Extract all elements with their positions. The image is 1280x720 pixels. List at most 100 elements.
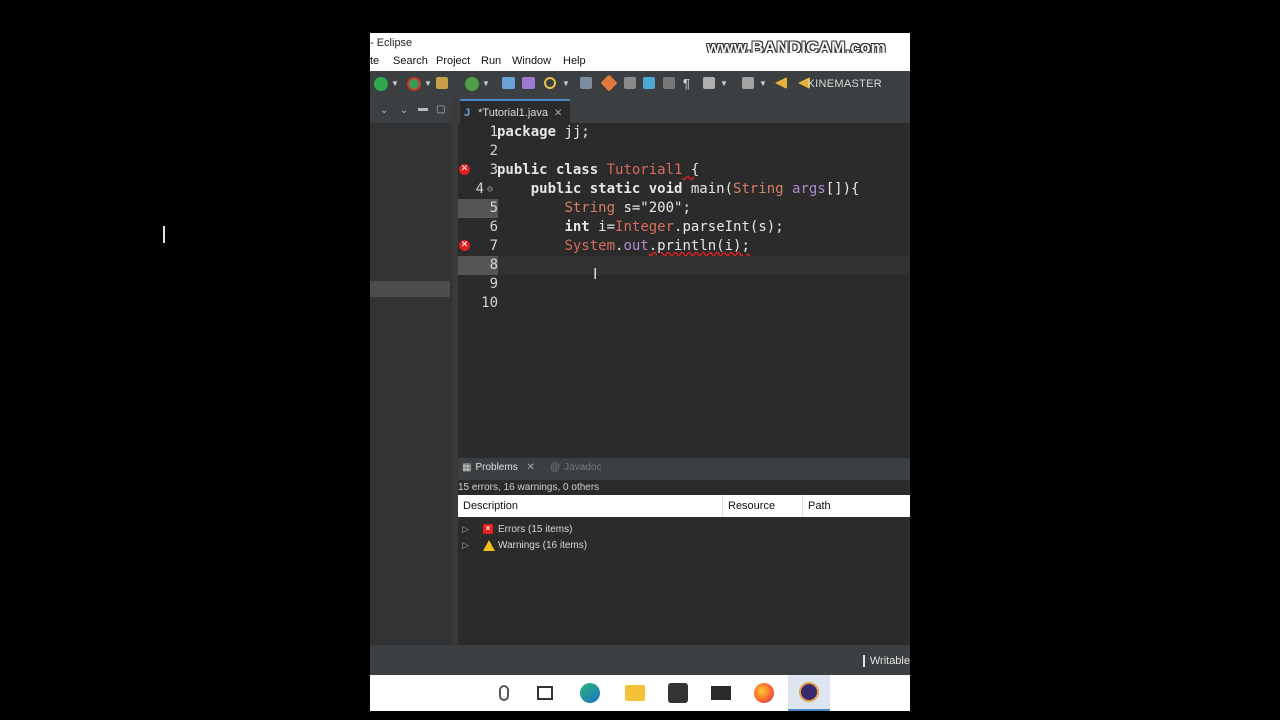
code-line: 5 String s="200";	[458, 199, 910, 218]
menu-item-run[interactable]: Run	[481, 55, 501, 67]
show-whitespace-icon[interactable]: ¶	[683, 76, 690, 91]
code-token: {	[682, 162, 700, 178]
microphone-icon[interactable]	[499, 685, 509, 701]
run-icon[interactable]	[374, 77, 388, 91]
javadoc-icon: @	[550, 462, 561, 473]
open-type-icon[interactable]	[502, 77, 515, 89]
fold-collapse-icon[interactable]: ⊖	[487, 180, 493, 199]
menu-item-help[interactable]: Help	[563, 55, 586, 67]
code-token: jj;	[556, 124, 590, 140]
code-line: 1 package jj;	[458, 123, 910, 142]
problems-table: Description Resource Path ▷ ✕ Errors (15…	[458, 495, 910, 645]
code-token: System	[564, 238, 616, 254]
mark-occurrences-icon[interactable]	[624, 77, 636, 89]
menu-item-search[interactable]: Search	[393, 55, 428, 67]
code-token: int	[564, 219, 590, 235]
code-line: 9	[458, 275, 910, 294]
error-icon: ✕	[483, 524, 493, 534]
edit-icon[interactable]	[600, 74, 618, 92]
run-dropdown-icon[interactable]: ▼	[391, 79, 399, 88]
prev-annotation-dropdown-icon[interactable]: ▼	[759, 79, 767, 88]
eclipse-window: - Eclipse www.BANDICAM.com te Search Pro…	[370, 33, 910, 711]
view-menu-icon[interactable]: ⌄	[380, 105, 388, 116]
column-header-path[interactable]: Path	[808, 500, 831, 512]
code-editor[interactable]: 1 package jj; 2 ✕ 3 public class Tutoria…	[458, 123, 910, 453]
line-number: 8	[458, 256, 498, 275]
open-task-icon[interactable]	[522, 77, 535, 89]
code-token: Tutorial1	[606, 162, 683, 178]
task-view-icon[interactable]	[537, 686, 553, 700]
status-bar: Writable	[370, 645, 910, 675]
block-selection-icon[interactable]	[663, 77, 675, 89]
store-icon[interactable]	[668, 683, 688, 703]
new-project-icon[interactable]	[465, 77, 479, 91]
code-line-current: 8	[458, 256, 910, 275]
java-file-icon: J	[464, 107, 471, 119]
title-bar: - Eclipse www.BANDICAM.com	[370, 33, 910, 57]
close-icon[interactable]: ✕	[554, 108, 562, 119]
code-token: public class	[497, 162, 599, 178]
code-token: public static void	[530, 181, 683, 197]
back-icon[interactable]	[775, 77, 787, 89]
code-token: args	[783, 181, 826, 197]
column-divider[interactable]	[802, 495, 803, 517]
annotation-icon[interactable]	[703, 77, 715, 89]
debug-icon[interactable]	[407, 77, 421, 91]
search-icon[interactable]	[544, 77, 556, 89]
prev-annotation-icon[interactable]	[742, 77, 754, 89]
line-number: 2	[489, 143, 498, 159]
tab-problems[interactable]: ▦ Problems ✕	[462, 462, 535, 473]
close-icon[interactable]: ✕	[526, 462, 534, 473]
problems-summary: 15 errors, 16 warnings, 0 others	[458, 482, 600, 493]
debug-dropdown-icon[interactable]: ▼	[424, 79, 432, 88]
tab-javadoc[interactable]: @ Javadoc	[550, 462, 601, 473]
mouse-cursor-ibeam: I	[593, 266, 598, 283]
code-token: out	[623, 238, 649, 254]
problems-icon: ▦	[462, 462, 472, 473]
problems-row-warnings[interactable]: ▷ Warnings (16 items)	[458, 539, 910, 555]
line-number: 3	[489, 162, 498, 178]
external-tools-icon[interactable]	[436, 77, 448, 89]
expand-icon[interactable]: ▷	[462, 524, 469, 535]
menu-bar: te Search Project Run Window Help	[370, 53, 910, 71]
edge-browser-icon[interactable]	[580, 683, 600, 703]
toggle-breadcrumb-icon[interactable]	[580, 77, 592, 89]
problems-table-header: Description Resource Path	[458, 495, 910, 517]
mail-icon[interactable]	[711, 686, 731, 700]
text-caret	[163, 226, 165, 243]
new-dropdown-icon[interactable]: ▼	[482, 79, 490, 88]
file-explorer-icon[interactable]	[625, 685, 645, 701]
problems-row-errors[interactable]: ▷ ✕ Errors (15 items)	[458, 523, 910, 539]
editor-tab-bar: J *Tutorial1.java ✕	[458, 99, 910, 123]
annotation-dropdown-icon[interactable]: ▼	[720, 79, 728, 88]
tab-label: *Tutorial1.java	[478, 107, 549, 119]
menu-item-navigate[interactable]: te	[370, 55, 379, 67]
search-dropdown-icon[interactable]: ▼	[562, 79, 570, 88]
window-title: - Eclipse	[370, 37, 413, 49]
selected-tree-item[interactable]	[370, 281, 450, 297]
taskbar-active-app[interactable]	[788, 675, 830, 711]
code-token: Integer	[615, 219, 675, 235]
column-divider[interactable]	[722, 495, 723, 517]
problems-tab-bar: ▦ Problems ✕ @ Javadoc	[458, 458, 910, 480]
chevron-down-icon[interactable]: ⌄	[400, 105, 408, 116]
tab-tutorial1-java[interactable]: J *Tutorial1.java ✕	[460, 99, 571, 123]
line-number: 4	[475, 181, 484, 197]
windows-taskbar	[370, 675, 910, 711]
kinemaster-watermark: KINEMASTER	[807, 78, 882, 90]
code-line: 2	[458, 142, 910, 161]
firefox-icon[interactable]	[754, 683, 774, 703]
expand-icon[interactable]: ▷	[462, 540, 469, 551]
maximize-icon[interactable]: ▢	[436, 104, 445, 115]
menu-item-project[interactable]: Project	[436, 55, 470, 67]
minimize-icon[interactable]: ▬	[418, 103, 428, 114]
word-wrap-icon[interactable]	[643, 77, 655, 89]
line-number: 6	[489, 219, 498, 235]
code-line: ✕ 3 public class Tutorial1 {	[458, 161, 910, 180]
tab-problems-label: Problems	[475, 462, 518, 473]
column-header-description[interactable]: Description	[463, 500, 518, 512]
warning-icon	[483, 540, 495, 551]
column-header-resource[interactable]: Resource	[728, 500, 775, 512]
code-token: main(	[682, 181, 734, 197]
menu-item-window[interactable]: Window	[512, 55, 551, 67]
